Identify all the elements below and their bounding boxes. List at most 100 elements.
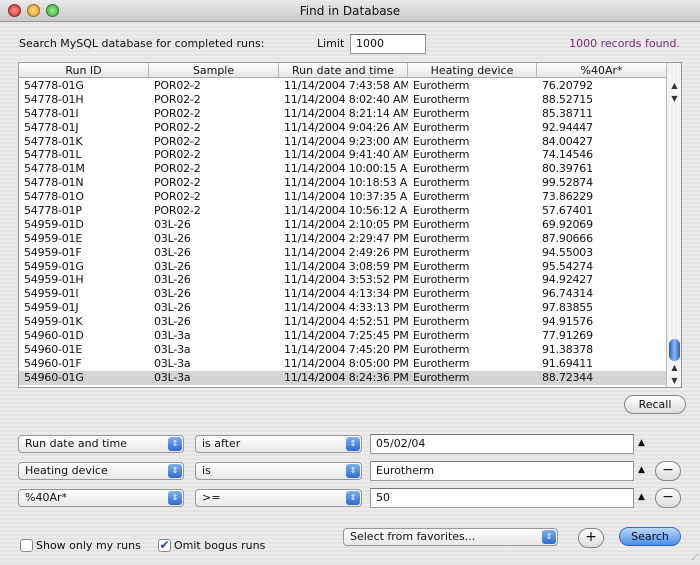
criterion-field-select[interactable]: Run date and time ⇕ [18,435,184,453]
zoom-button[interactable] [46,4,59,17]
ar40-cell: 99.52874 [542,176,593,190]
run-date-cell: 11/14/2004 7:25:45 PM [284,329,408,343]
ar40-cell: 91.38378 [542,342,593,356]
table-row[interactable]: 54959-01G 03L-26 11/14/2004 3:08:59 PM Euro… [19,260,667,274]
run-date-cell: 11/14/2004 3:08:59 PM [284,259,408,273]
scroll-down-arrow-icon[interactable]: ▼ [667,92,681,105]
table-row[interactable]: 54778-01L POR02-2 11/14/2004 9:41:40 AM Eur… [19,148,667,162]
run-date-cell: 11/14/2004 2:29:47 PM [284,231,408,245]
window-title: Find in Database [299,4,401,18]
records-found-status: 1000 records found. [569,37,680,50]
ar40-cell: 88.72344 [542,370,593,384]
run-date-cell: 11/14/2004 9:04:26 AM [284,120,408,134]
run-id-cell: 54960-01G [24,370,84,384]
ar40-cell: 94.91576 [542,315,593,329]
limit-input[interactable]: 1000 [350,34,426,54]
run-date-cell: 11/14/2004 10:37:35 AM [284,190,408,204]
run-date-cell: 11/14/2004 4:33:13 PM [284,301,408,315]
criterion-value-input[interactable]: 05/02/04 [370,434,634,454]
ar40-cell: 94.55003 [542,245,593,259]
show-only-my-runs-checkbox[interactable] [20,539,33,552]
column-header-40ar[interactable]: %40Ar* [537,63,667,77]
scroll-up-arrow-icon[interactable]: ▲ [667,361,681,374]
ar40-cell: 94.92427 [542,273,593,287]
table-row[interactable]: 54960-01G 03L-3a 11/14/2004 8:24:36 PM Euro… [19,370,667,385]
sample-cell: 03L-3a [154,370,191,384]
run-date-cell: 11/14/2004 2:10:05 PM [284,217,408,231]
ar40-cell: 87.90666 [542,231,593,245]
run-date-cell: 11/14/2004 9:23:00 AM [284,134,408,148]
recall-button[interactable]: Recall [624,395,686,414]
run-id-cell: 54778-01O [24,190,84,204]
triangle-up-icon[interactable]: ▲ [638,465,645,475]
scroll-up-arrow-icon[interactable]: ▲ [667,79,681,92]
column-header-sample[interactable]: Sample [149,63,279,77]
resize-grip-icon[interactable]: ⟋ [692,553,698,563]
checkmark-icon: ✔ [159,538,170,552]
table-row[interactable]: 54959-01F 03L-26 11/14/2004 2:49:26 PM Euro… [19,246,667,260]
table-row[interactable]: 54778-01K POR02-2 11/14/2004 9:23:00 AM Eur… [19,135,667,149]
table-row[interactable]: 54778-01I POR02-2 11/14/2004 8:21:14 AM Eur… [19,107,667,121]
scroll-thumb[interactable] [669,339,680,361]
criterion-value-input[interactable]: Eurotherm [370,461,634,481]
column-header-run-date[interactable]: Run date and time [279,63,408,77]
minimize-button[interactable] [27,4,40,17]
close-button[interactable] [8,4,21,17]
criterion-value-input[interactable]: 50 [370,488,634,508]
search-button[interactable]: Search [619,527,681,546]
table-row[interactable]: 54778-01J POR02-2 11/14/2004 9:04:26 AM Eur… [19,121,667,135]
criterion-operator-select[interactable]: is ⇕ [195,462,362,480]
add-favorite-button[interactable]: + [578,528,604,548]
triangle-up-icon[interactable]: ▲ [638,492,645,502]
table-row[interactable]: 54778-01O POR02-2 11/14/2004 10:37:35 AM Eu… [19,190,667,204]
run-id-cell: 54959-01G [24,259,84,273]
table-header: Run ID Sample Run date and time Heating … [19,63,667,78]
vertical-scrollbar[interactable]: ▲ ▼ ▲ ▼ [666,63,681,387]
omit-bogus-runs-checkbox[interactable]: ✔ [158,539,171,552]
table-row[interactable]: 54959-01E 03L-26 11/14/2004 2:29:47 PM Euro… [19,232,667,246]
run-id-cell: 54960-01F [24,356,82,370]
sample-cell: POR02-2 [154,120,201,134]
table-row[interactable]: 54778-01N POR02-2 11/14/2004 10:18:53 AM Eu… [19,176,667,190]
run-id-cell: 54960-01E [24,342,83,356]
run-date-cell: 11/14/2004 4:13:34 PM [284,287,408,301]
ar40-cell: 77.91269 [542,329,593,343]
remove-criterion-button[interactable]: − [655,461,681,481]
table-row[interactable]: 54960-01D 03L-3a 11/14/2004 7:25:45 PM Euro… [19,329,667,343]
table-row[interactable]: 54959-01H 03L-26 11/14/2004 3:53:52 PM Euro… [19,273,667,287]
heating-device-cell: Eurotherm [413,370,470,384]
run-date-cell: 11/14/2004 9:41:40 AM [284,148,408,162]
run-date-cell: 11/14/2004 8:21:14 AM [284,106,408,120]
heating-device-cell: Eurotherm [413,92,470,106]
column-header-heating-device[interactable]: Heating device [408,63,537,77]
criterion-field-select[interactable]: %40Ar* ⇕ [18,489,184,507]
criterion-operator-select[interactable]: is after ⇕ [195,435,362,453]
run-date-cell: 11/14/2004 8:05:00 PM [284,356,408,370]
table-row[interactable]: 54959-01D 03L-26 11/14/2004 2:10:05 PM Euro… [19,218,667,232]
table-row[interactable]: 54778-01G POR02-2 11/14/2004 7:43:58 AM Eur… [19,79,667,93]
ar40-cell: 74.14546 [542,148,593,162]
table-row[interactable]: 54778-01P POR02-2 11/14/2004 10:56:12 AM Eu… [19,204,667,218]
scroll-down-arrow-icon[interactable]: ▼ [667,374,681,387]
table-row[interactable]: 54959-01I 03L-26 11/14/2004 4:13:34 PM Euro… [19,287,667,301]
heating-device-cell: Eurotherm [413,176,470,190]
table-row[interactable]: 54959-01J 03L-26 11/14/2004 4:33:13 PM Euro… [19,301,667,315]
chevron-updown-icon: ⇕ [168,491,182,505]
run-id-cell: 54778-01N [24,176,84,190]
sample-cell: POR02-2 [154,79,201,92]
table-row[interactable]: 54959-01K 03L-26 11/14/2004 4:52:51 PM Euro… [19,315,667,329]
column-header-run-id[interactable]: Run ID [19,63,149,77]
sample-cell: 03L-26 [154,301,191,315]
remove-criterion-button[interactable]: − [655,488,681,508]
criterion-operator-select[interactable]: >= ⇕ [195,489,362,507]
table-row[interactable]: 54778-01H POR02-2 11/14/2004 8:02:40 AM Eur… [19,93,667,107]
table-row[interactable]: 54960-01F 03L-3a 11/14/2004 8:05:00 PM Euro… [19,357,667,371]
favorites-select[interactable]: Select from favorites... ⇕ [343,528,558,546]
table-row[interactable]: 54960-01E 03L-3a 11/14/2004 7:45:20 PM Euro… [19,343,667,357]
run-date-cell: 11/14/2004 10:18:53 AM [284,176,408,190]
table-row[interactable]: 54778-01M POR02-2 11/14/2004 10:00:15 AM Eu… [19,162,667,176]
run-id-cell: 54959-01D [24,217,84,231]
ar40-cell: 80.39761 [542,162,593,176]
triangle-up-icon[interactable]: ▲ [638,438,645,448]
criterion-field-select[interactable]: Heating device ⇕ [18,462,184,480]
